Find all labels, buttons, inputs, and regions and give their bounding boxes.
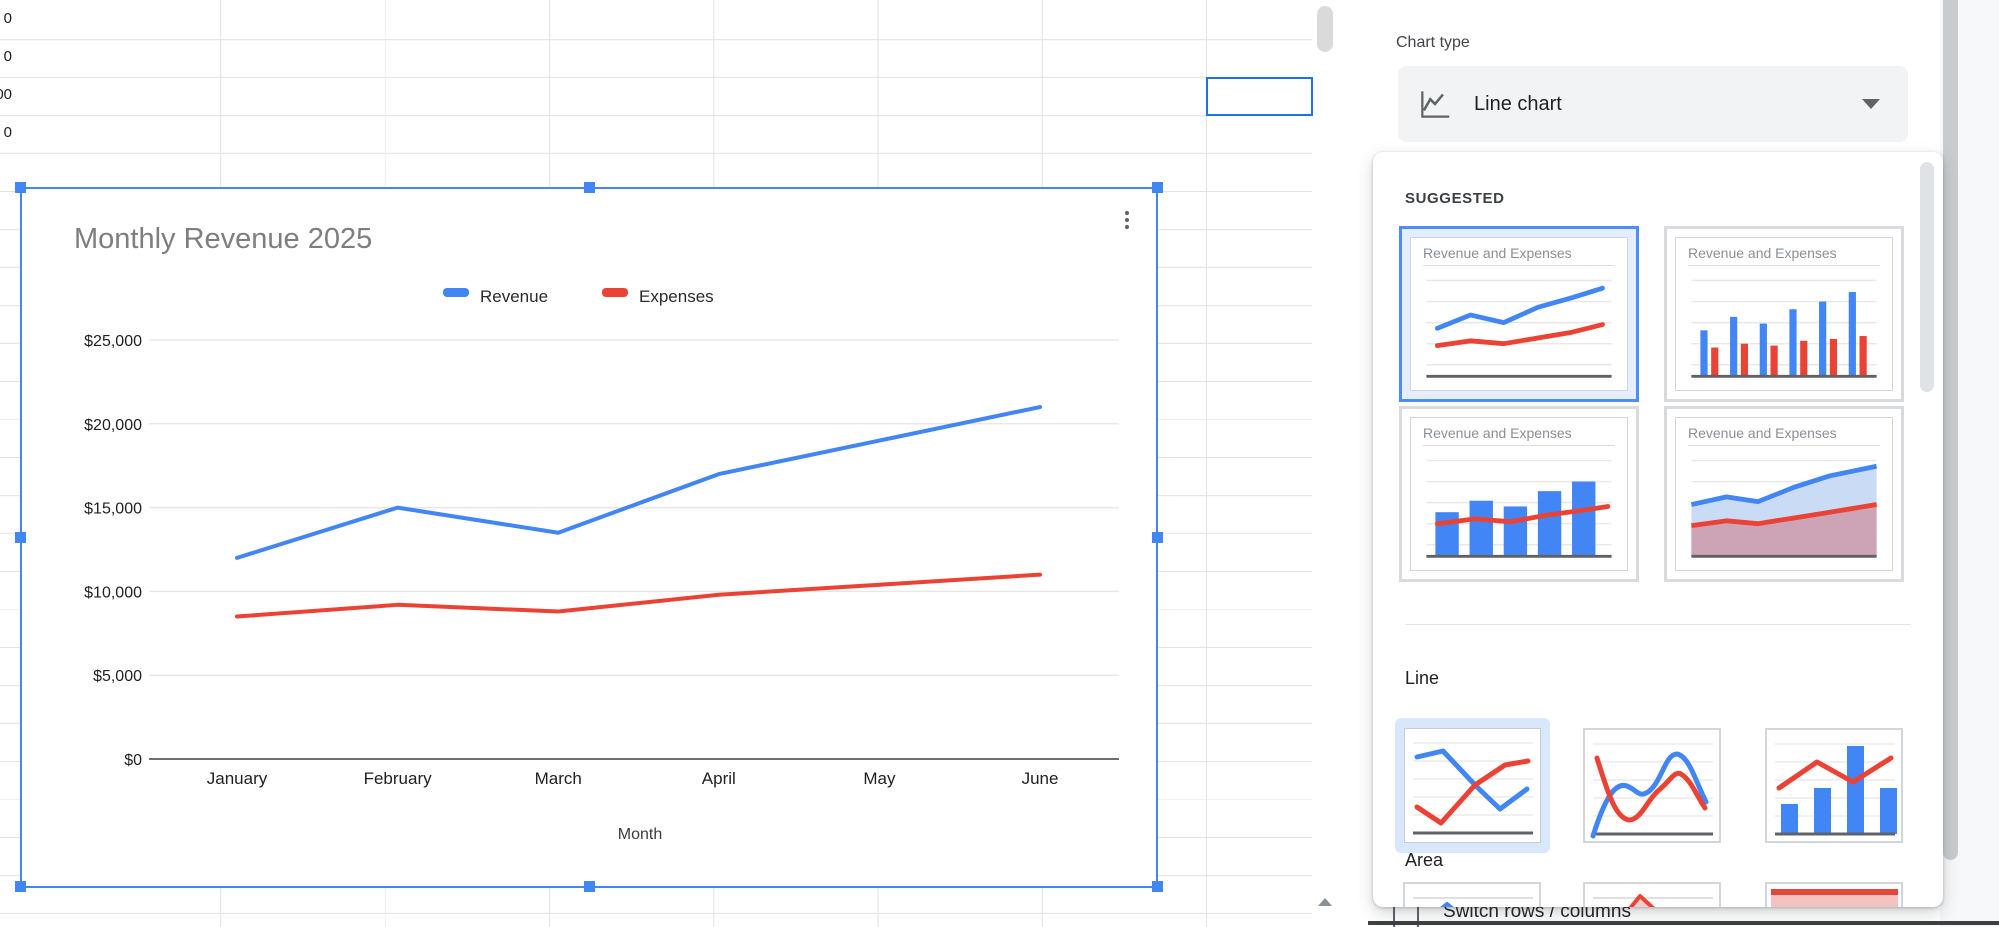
area-thumb-3-icon — [1767, 884, 1902, 907]
mini-column-chart — [1686, 269, 1882, 382]
clipped-cell-value: 0 — [0, 8, 12, 30]
bottom-edge-line — [1368, 921, 1999, 925]
line-section-label: Line — [1405, 668, 1439, 689]
svg-text:Expenses: Expenses — [639, 287, 714, 306]
resize-handle-top-left[interactable] — [15, 182, 26, 193]
popup-scrollbar-thumb[interactable] — [1920, 162, 1934, 392]
resize-handle-mid-right[interactable] — [1152, 532, 1163, 543]
line-thumb-icon — [1405, 729, 1540, 842]
panel-scrollbar-thumb[interactable] — [1943, 0, 1958, 860]
svg-text:January: January — [207, 769, 268, 788]
suggested-card-line[interactable]: Revenue and Expenses — [1399, 226, 1639, 402]
mini-chart-title: Revenue and Expenses — [1688, 245, 1880, 266]
area-thumb-1[interactable] — [1403, 882, 1541, 907]
area-thumb-3[interactable] — [1765, 882, 1903, 907]
resize-handle-mid-left[interactable] — [15, 532, 26, 543]
svg-text:$0: $0 — [124, 752, 142, 769]
chart-type-label: Chart type — [1396, 34, 1470, 52]
area-thumb-2-icon — [1585, 884, 1720, 907]
suggested-section-label: SUGGESTED — [1405, 190, 1505, 207]
selected-cell[interactable] — [1206, 77, 1313, 116]
sheets-chart-editor-screen: 0 0 00 0 $0 $5,000 $10,000 $15,000 $20,000 $2… — [0, 0, 1999, 927]
suggested-card-column[interactable]: Revenue and Expenses — [1664, 226, 1904, 402]
svg-text:$25,000: $25,000 — [84, 333, 142, 350]
mini-combo-chart — [1421, 449, 1617, 562]
svg-text:June: June — [1022, 769, 1059, 788]
line-thumb-selected[interactable] — [1395, 718, 1550, 853]
svg-text:May: May — [863, 769, 896, 788]
suggested-card-combo[interactable]: Revenue and Expenses — [1399, 406, 1639, 582]
suggested-card-area[interactable]: Revenue and Expenses — [1664, 406, 1904, 582]
clipped-cell-value: 0 — [0, 46, 12, 68]
mini-chart-title: Revenue and Expenses — [1423, 245, 1615, 266]
sheet-scroll-arrow-icon[interactable] — [1318, 898, 1332, 906]
svg-text:$10,000: $10,000 — [84, 584, 142, 601]
area-section-label: Area — [1405, 850, 1443, 871]
line-chart-thumb — [1404, 728, 1541, 843]
area-thumb-1-icon — [1405, 884, 1540, 907]
mini-chart-title: Revenue and Expenses — [1688, 425, 1880, 446]
section-divider — [1405, 624, 1911, 625]
resize-handle-bottom-right[interactable] — [1152, 881, 1163, 892]
mini-chart-title: Revenue and Expenses — [1423, 425, 1615, 446]
svg-text:$15,000: $15,000 — [84, 501, 142, 518]
embedded-chart[interactable]: $0 $5,000 $10,000 $15,000 $20,000 $25,000 Janu… — [20, 187, 1158, 888]
svg-text:$20,000: $20,000 — [84, 417, 142, 434]
mini-area-chart — [1686, 449, 1882, 562]
area-thumb-2[interactable] — [1583, 882, 1721, 907]
svg-text:April: April — [702, 769, 736, 788]
revenue-expenses-line-chart: $0 $5,000 $10,000 $15,000 $20,000 $25,000 Janu… — [22, 189, 1156, 886]
combo-thumb-icon — [1767, 730, 1902, 843]
clipped-cell-value: 00 — [0, 84, 12, 106]
resize-handle-bottom-left[interactable] — [15, 881, 26, 892]
line-chart-icon — [1416, 85, 1454, 123]
svg-text:Monthly Revenue 2025: Monthly Revenue 2025 — [74, 223, 372, 255]
chart-type-value: Line chart — [1474, 93, 1562, 116]
svg-text:Month: Month — [618, 826, 662, 843]
chart-type-dropdown[interactable]: Line chart — [1398, 66, 1908, 142]
svg-text:Revenue: Revenue — [480, 287, 548, 306]
chevron-down-icon — [1862, 99, 1880, 109]
svg-text:March: March — [535, 769, 582, 788]
mini-line-chart — [1421, 269, 1617, 382]
clipped-cell-value: 0 — [0, 122, 12, 144]
svg-text:$5,000: $5,000 — [93, 668, 142, 685]
chart-more-options-icon[interactable] — [1118, 207, 1136, 233]
smooth-line-thumb[interactable] — [1583, 728, 1721, 843]
sheet-scrollbar-thumb[interactable] — [1317, 6, 1333, 52]
svg-text:February: February — [364, 769, 433, 788]
combo-thumb[interactable] — [1765, 728, 1903, 843]
resize-handle-top-right[interactable] — [1152, 182, 1163, 193]
smooth-line-thumb-icon — [1585, 730, 1720, 843]
chart-type-popup: SUGGESTED Revenue and Expenses — [1373, 152, 1943, 907]
resize-handle-bottom-center[interactable] — [584, 881, 595, 892]
resize-handle-top-center[interactable] — [584, 182, 595, 193]
